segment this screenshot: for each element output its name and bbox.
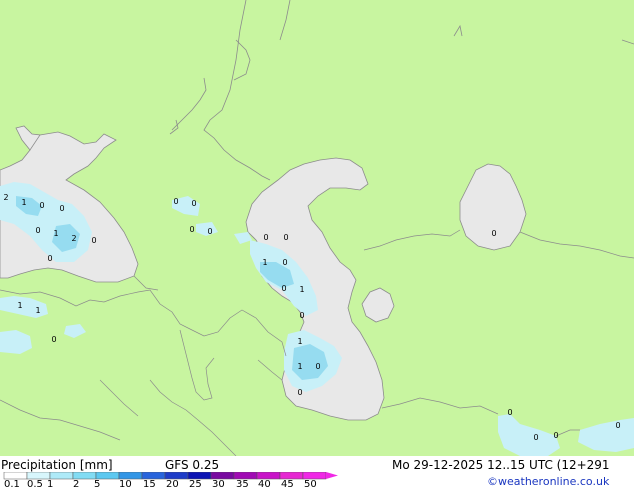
scale-tick-label: 45 [281,479,294,490]
scale-tick-label: 25 [189,479,202,490]
map-title: Precipitation [mm] [1,458,113,472]
map-label: 0 [51,335,56,344]
scale-tick-label: 15 [143,479,156,490]
scale-tick-label: 0.1 [4,479,20,490]
scale-tick-label: 5 [94,479,101,490]
map-label: 2 [71,234,76,243]
map-label: 1 [297,362,302,371]
map-label: 0 [59,204,64,213]
map-label: 0 [39,201,44,210]
scale-swatch [279,472,304,480]
scale-swatch [95,472,120,480]
scale-swatch [302,472,327,480]
precipitation-map: 2 1 0 0 0 1 2 0 0 1 1 0 0 0 0 0 0 0 1 0 … [0,0,634,456]
map-label: 0 [315,362,320,371]
map-label: 1 [297,337,302,346]
scale-arrow [326,472,338,479]
scale-swatch [164,472,189,480]
map-label: 0 [263,233,268,242]
map-label: 0 [189,225,194,234]
map-label: 0 [533,433,538,442]
map-label: 1 [262,258,267,267]
map-label: 0 [283,233,288,242]
scale-swatch [256,472,281,480]
map-label: 0 [297,388,302,397]
map-label: 0 [91,236,96,245]
map-label: 0 [299,311,304,320]
map-label: 0 [281,284,286,293]
scale-tick-label: 10 [119,479,132,490]
scale-swatch [141,472,166,480]
scale-swatch [72,472,97,480]
scale-swatch [118,472,143,480]
map-label: 0 [615,421,620,430]
scale-tick-label: 0.5 [27,479,43,490]
map-label: 0 [191,199,196,208]
model-name: GFS 0.25 [165,458,220,472]
valid-datetime: Mo 29-12-2025 12..15 UTC (12+291 [392,458,610,472]
map-label: 1 [299,285,304,294]
scale-swatch [3,472,28,480]
scale-tick-label: 50 [304,479,317,490]
scale-tick-label: 1 [47,479,54,490]
scale-swatch [233,472,258,480]
scale-tick-label: 35 [236,479,249,490]
map-label: 0 [553,431,558,440]
scale-swatch [49,472,74,480]
map-label: 0 [173,197,178,206]
map-label: 0 [35,226,40,235]
scale-swatch [210,472,235,480]
scale-swatch [26,472,51,480]
map-label: 0 [207,227,212,236]
map-label: 2 [3,193,8,202]
map-label: 0 [507,408,512,417]
map-label: 1 [17,301,22,310]
map-label: 1 [21,198,26,207]
map-label: 1 [53,229,58,238]
scale-tick-label: 2 [73,479,80,490]
map-label: 0 [282,258,287,267]
map-canvas: 2 1 0 0 0 1 2 0 0 1 1 0 0 0 0 0 0 0 1 0 … [0,0,634,456]
credit-link[interactable]: ©weatheronline.co.uk [487,475,609,489]
scale-tick-label: 40 [258,479,271,490]
map-label: 0 [47,254,52,263]
scale-tick-label: 30 [212,479,225,490]
scale-tick-label: 20 [166,479,179,490]
map-label: 0 [491,229,496,238]
map-label: 1 [35,306,40,315]
scale-swatch [187,472,212,480]
